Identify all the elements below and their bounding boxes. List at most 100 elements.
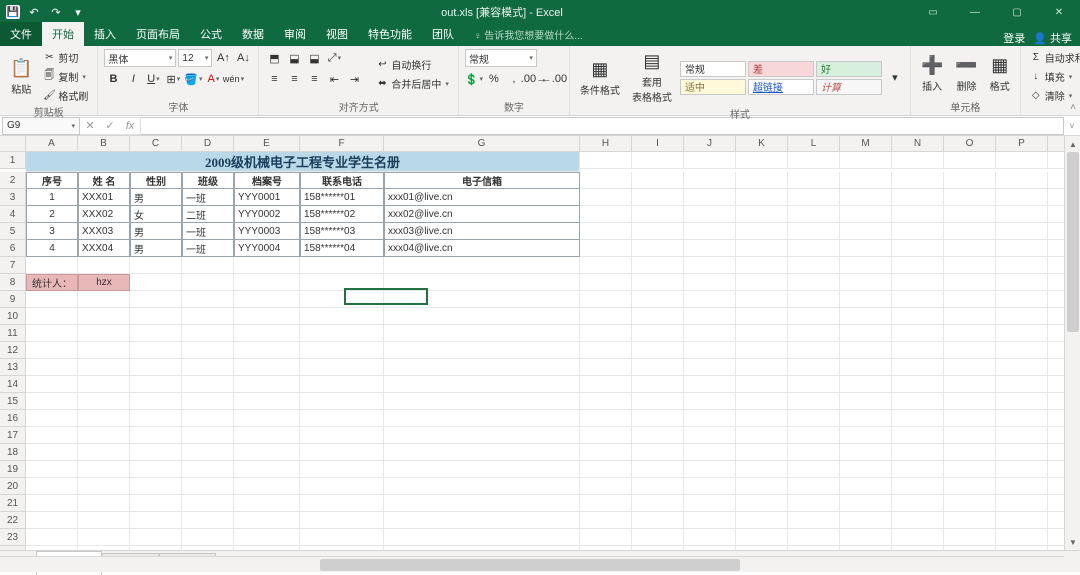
cell[interactable]: [300, 461, 384, 478]
cell[interactable]: [580, 291, 632, 308]
cell[interactable]: [788, 291, 840, 308]
cell[interactable]: [26, 546, 78, 550]
cell[interactable]: 3: [26, 223, 78, 240]
cell[interactable]: [944, 461, 996, 478]
cell[interactable]: [182, 342, 234, 359]
cell[interactable]: [384, 308, 580, 325]
cell[interactable]: [384, 274, 580, 291]
cell[interactable]: [632, 410, 684, 427]
row-header[interactable]: 4: [0, 206, 26, 223]
row-header[interactable]: 20: [0, 478, 26, 495]
cell[interactable]: 女: [130, 206, 182, 223]
cell[interactable]: [840, 444, 892, 461]
cell[interactable]: 姓 名: [78, 172, 130, 189]
cell[interactable]: [182, 393, 234, 410]
cell[interactable]: [840, 478, 892, 495]
cell[interactable]: [26, 461, 78, 478]
cell[interactable]: [234, 308, 300, 325]
cell[interactable]: [684, 546, 736, 550]
cell[interactable]: [300, 342, 384, 359]
cell[interactable]: [788, 478, 840, 495]
cell[interactable]: [580, 376, 632, 393]
cell[interactable]: [996, 461, 1048, 478]
cell[interactable]: [788, 512, 840, 529]
cell[interactable]: [234, 393, 300, 410]
cell[interactable]: [736, 152, 788, 169]
collapse-ribbon-button[interactable]: ˄: [1070, 102, 1076, 113]
cell[interactable]: [182, 461, 234, 478]
cell[interactable]: [26, 529, 78, 546]
cell[interactable]: XXX02: [78, 206, 130, 223]
fx-button[interactable]: fx: [120, 120, 140, 132]
cell[interactable]: [632, 495, 684, 512]
cell[interactable]: [580, 410, 632, 427]
cell[interactable]: [632, 189, 684, 206]
cell[interactable]: [300, 325, 384, 342]
cell[interactable]: [384, 512, 580, 529]
cell[interactable]: [182, 444, 234, 461]
column-header[interactable]: A: [26, 136, 78, 152]
redo-icon[interactable]: ↷: [48, 4, 64, 20]
cell[interactable]: [234, 342, 300, 359]
cell[interactable]: [892, 529, 944, 546]
cell[interactable]: [384, 342, 580, 359]
cell[interactable]: [892, 206, 944, 223]
cell[interactable]: [234, 444, 300, 461]
align-right-button[interactable]: ≡: [305, 70, 323, 88]
cell[interactable]: [182, 512, 234, 529]
cell[interactable]: [234, 427, 300, 444]
cell[interactable]: [300, 257, 384, 274]
format-painter-button[interactable]: 🖌格式刷: [40, 87, 91, 104]
cell[interactable]: [182, 308, 234, 325]
cell[interactable]: [78, 529, 130, 546]
cell[interactable]: [996, 152, 1048, 169]
cell[interactable]: [234, 512, 300, 529]
cell[interactable]: [580, 189, 632, 206]
cell[interactable]: YYY0002: [234, 206, 300, 223]
cell[interactable]: xxx03@live.cn: [384, 223, 580, 240]
cell[interactable]: [632, 172, 684, 189]
cell[interactable]: [840, 189, 892, 206]
cell[interactable]: [892, 427, 944, 444]
cell[interactable]: [944, 274, 996, 291]
cell[interactable]: [840, 308, 892, 325]
cell[interactable]: [580, 342, 632, 359]
increase-indent-button[interactable]: ⇥: [345, 70, 363, 88]
cell[interactable]: YYY0001: [234, 189, 300, 206]
cell[interactable]: 档案号: [234, 172, 300, 189]
cell[interactable]: [580, 274, 632, 291]
cell[interactable]: [384, 546, 580, 550]
cell[interactable]: [996, 529, 1048, 546]
underline-button[interactable]: U▾: [144, 70, 162, 88]
cell[interactable]: 序号: [26, 172, 78, 189]
cell[interactable]: [736, 325, 788, 342]
cell[interactable]: [684, 461, 736, 478]
column-header[interactable]: I: [632, 136, 684, 152]
cell[interactable]: [234, 325, 300, 342]
cell[interactable]: [580, 444, 632, 461]
cell[interactable]: [580, 393, 632, 410]
autosum-button[interactable]: Σ自动求和▾: [1027, 49, 1080, 66]
cell[interactable]: [78, 342, 130, 359]
tab-formulas[interactable]: 公式: [190, 22, 232, 46]
cell[interactable]: [892, 189, 944, 206]
cell[interactable]: [182, 427, 234, 444]
cell[interactable]: 4: [26, 240, 78, 257]
cell[interactable]: [996, 478, 1048, 495]
cell[interactable]: [580, 427, 632, 444]
undo-icon[interactable]: ↶: [26, 4, 42, 20]
cell[interactable]: [632, 308, 684, 325]
cell[interactable]: [892, 546, 944, 550]
cell[interactable]: [130, 393, 182, 410]
cell[interactable]: [996, 512, 1048, 529]
hscroll-thumb[interactable]: [320, 559, 740, 571]
cell[interactable]: [996, 495, 1048, 512]
row-header[interactable]: 2: [0, 172, 26, 189]
cell[interactable]: [996, 427, 1048, 444]
cell[interactable]: [736, 461, 788, 478]
cell[interactable]: [892, 152, 944, 169]
cell[interactable]: [788, 308, 840, 325]
cell[interactable]: [944, 410, 996, 427]
cell[interactable]: [944, 393, 996, 410]
cell[interactable]: [892, 478, 944, 495]
